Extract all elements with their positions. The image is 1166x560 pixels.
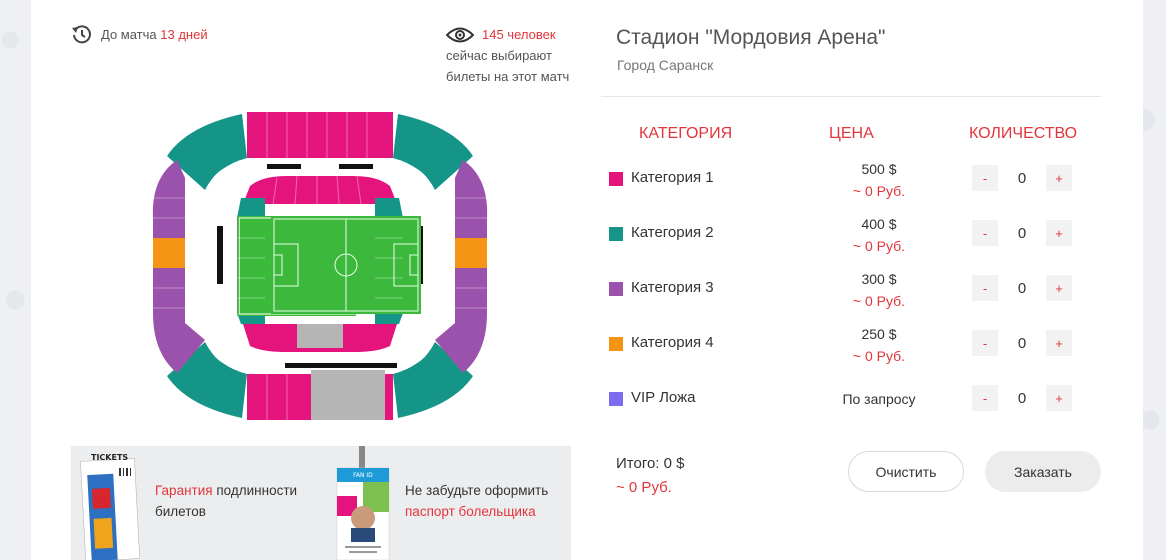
price-request: По запросу: [842, 391, 916, 407]
increment-button[interactable]: +: [1046, 275, 1072, 301]
passport-line1: Не забудьте оформить: [405, 483, 549, 498]
category-color-swatch: [609, 172, 623, 186]
vip-box-bottom[interactable]: [311, 370, 385, 420]
sector-top-inner[interactable]: [243, 176, 397, 204]
passport-link[interactable]: паспорт болельщика: [405, 504, 536, 519]
category-price: По запросу: [809, 388, 949, 410]
category-color-swatch: [609, 227, 623, 241]
price-rub: ~ 0 Руб.: [852, 183, 906, 199]
increment-button[interactable]: +: [1046, 165, 1072, 191]
barrier-bottom: [285, 363, 397, 368]
barrier-left: [217, 226, 223, 284]
increment-button[interactable]: +: [1046, 220, 1072, 246]
category-row: VIP Ложа По запросу - 0 +: [609, 385, 1089, 425]
countdown-value: 13 дней: [160, 26, 208, 42]
price-rub: ~ 0 Руб.: [852, 238, 906, 254]
venue-city: Город Саранск: [617, 57, 714, 73]
category-color-swatch: [609, 392, 623, 406]
header-category: КАТЕГОРИЯ: [639, 125, 733, 142]
decrement-button[interactable]: -: [972, 220, 998, 246]
category-name: Категория 4: [631, 334, 714, 351]
countdown-prefix: До матча: [101, 26, 157, 42]
quantity-value: 0: [1017, 279, 1027, 297]
header-quantity: КОЛИЧЕСТВО: [969, 125, 1078, 142]
guarantee-highlight: Гарантия: [155, 483, 213, 498]
viewers-info: 145 человек сейчас выбирают билеты на эт…: [446, 24, 569, 87]
match-countdown: До матча 13 дней: [71, 24, 208, 44]
tickets-label: TICKETS: [91, 453, 128, 462]
order-total: Итого: 0 $ ~ 0 Руб.: [616, 452, 685, 500]
sector-right-cat4[interactable]: [455, 238, 487, 268]
quantity-value: 0: [1017, 334, 1027, 352]
fan-id-label: FAN ID: [353, 472, 373, 479]
category-name: VIP Ложа: [631, 389, 696, 406]
promo-banner: TICKETS Гарантия подлинности билетов FAN…: [71, 446, 571, 560]
category-color-swatch: [609, 282, 623, 296]
divider: [601, 96, 1101, 97]
category-name: Категория 2: [631, 224, 714, 241]
sector-left-cat4[interactable]: [153, 238, 185, 268]
category-row: Категория 2 400 $ ~ 0 Руб. - 0 +: [609, 216, 1089, 260]
tickets-image: TICKETS: [80, 453, 140, 560]
price-usd: 400 $: [861, 216, 897, 232]
guarantee-text: Гарантия подлинности билетов: [155, 480, 297, 522]
order-button[interactable]: Заказать: [985, 451, 1101, 492]
category-row: Категория 1 500 $ ~ 0 Руб. - 0 +: [609, 161, 1089, 205]
sector-inner-ne[interactable]: [375, 198, 403, 218]
category-price: 250 $ ~ 0 Руб.: [809, 323, 949, 367]
barrier-top-right: [339, 164, 373, 169]
category-color-swatch: [609, 337, 623, 351]
price-rub: ~ 0 Руб.: [852, 348, 906, 364]
eye-icon: [446, 27, 474, 42]
total-usd: Итого: 0 $: [616, 455, 685, 472]
price-rub: ~ 0 Руб.: [852, 293, 906, 309]
sector-inner-se[interactable]: [375, 313, 403, 324]
venue-title: Стадион "Мордовия Арена": [616, 26, 886, 49]
fan-id-image: FAN ID: [336, 446, 390, 560]
passport-text: Не забудьте оформить паспорт болельщика: [405, 480, 548, 522]
viewers-count: 145 человек: [482, 27, 556, 42]
viewers-line2: сейчас выбирают: [446, 48, 552, 63]
decrement-button[interactable]: -: [972, 165, 998, 191]
sector-left-upper[interactable]: [152, 160, 185, 238]
timer-icon: [72, 25, 91, 44]
category-row: Категория 3 300 $ ~ 0 Руб. - 0 +: [609, 271, 1089, 315]
decrement-button[interactable]: -: [972, 330, 998, 356]
vip-box-inner[interactable]: [297, 324, 343, 348]
category-name: Категория 3: [631, 279, 714, 296]
category-name: Категория 1: [631, 169, 714, 186]
sector-inner-nw[interactable]: [237, 198, 265, 218]
price-usd: 250 $: [861, 326, 897, 342]
viewers-line3: билеты на этот матч: [446, 69, 570, 84]
category-price: 500 $ ~ 0 Руб.: [809, 158, 949, 202]
price-usd: 300 $: [861, 271, 897, 287]
quantity-stepper: - 0 +: [972, 385, 1072, 411]
quantity-value: 0: [1017, 169, 1027, 187]
quantity-stepper: - 0 +: [972, 165, 1072, 191]
quantity-stepper: - 0 +: [972, 275, 1072, 301]
decrement-button[interactable]: -: [972, 275, 998, 301]
sector-right-upper[interactable]: [455, 160, 488, 238]
price-usd: 500 $: [861, 161, 897, 177]
quantity-stepper: - 0 +: [972, 330, 1072, 356]
quantity-value: 0: [1017, 224, 1027, 242]
header-price: ЦЕНА: [829, 125, 874, 142]
decrement-button[interactable]: -: [972, 385, 998, 411]
increment-button[interactable]: +: [1046, 385, 1072, 411]
pitch-markings: [271, 216, 421, 314]
guarantee-line2: билетов: [155, 504, 206, 519]
barrier-top-left: [267, 164, 301, 169]
quantity-value: 0: [1017, 389, 1027, 407]
guarantee-rest: подлинности: [216, 483, 298, 498]
category-price: 400 $ ~ 0 Руб.: [809, 213, 949, 257]
ticket-card: До матча 13 дней 145 человек сейчас выби…: [31, 0, 1143, 560]
stadium-map[interactable]: [147, 108, 493, 424]
category-price: 300 $ ~ 0 Руб.: [809, 268, 949, 312]
clear-button[interactable]: Очистить: [848, 451, 964, 492]
total-rub: ~ 0 Руб.: [616, 479, 672, 496]
sector-top-outer[interactable]: [247, 112, 393, 158]
increment-button[interactable]: +: [1046, 330, 1072, 356]
quantity-stepper: - 0 +: [972, 220, 1072, 246]
category-row: Категория 4 250 $ ~ 0 Руб. - 0 +: [609, 326, 1089, 370]
